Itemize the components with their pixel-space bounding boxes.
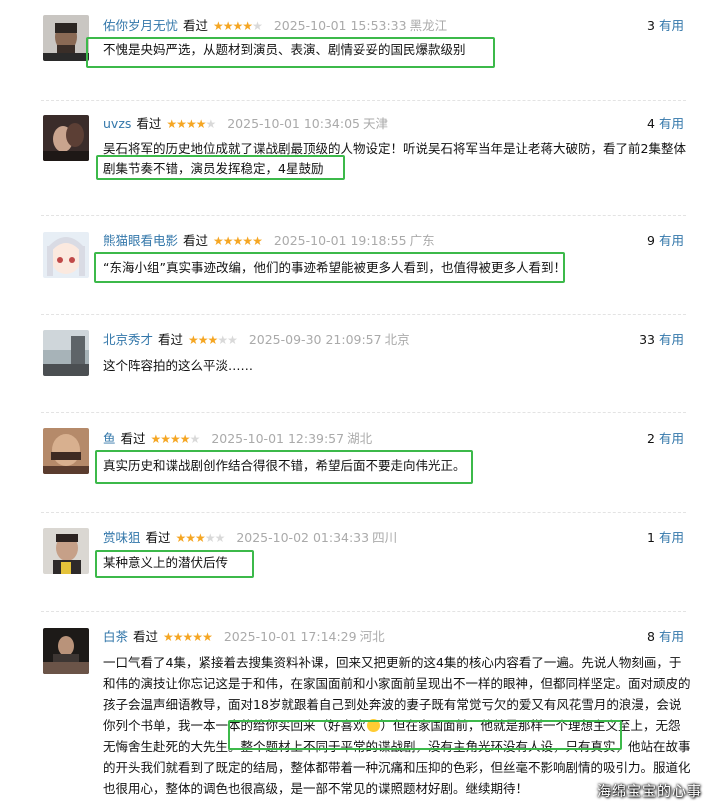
watched-label: 看过 xyxy=(183,233,209,248)
watched-label: 看过 xyxy=(145,530,171,545)
smile-emoji-icon xyxy=(366,719,380,732)
divider xyxy=(41,512,686,513)
comment-text: 不愧是央妈严选，从题材到演员、表演、剧情妥妥的国民爆款级别 xyxy=(103,42,466,57)
comment-text: 剧集节奏不错，演员发挥稳定，4星鼓励 xyxy=(103,161,324,176)
star-rating: ★★★★★ xyxy=(166,117,216,131)
avatar[interactable] xyxy=(43,115,89,161)
star-rating: ★★★★★ xyxy=(163,630,213,644)
comment-time: 2025-10-01 19:18:55 xyxy=(273,233,407,248)
comment-location: 河北 xyxy=(359,629,385,644)
comment-text: 一口气看了4集，紧接着去搜集资料补课，回来又把更新的这4集的核心内容看了一遍。先… xyxy=(103,655,682,670)
useful-vote-button[interactable]: 4 有用 xyxy=(647,114,684,134)
watched-label: 看过 xyxy=(120,431,146,446)
comment-text: 无悔舍生赴死的大先生。整个题材上不同于平常的谍战剧，没有主角光环没有人设，只有真… xyxy=(103,739,691,754)
username-link[interactable]: uvzs xyxy=(103,116,131,131)
comment-text: 真实历史和谍战剧创作结合得很不错，希望后面不要走向伟光正。 xyxy=(103,458,466,473)
username-link[interactable]: 佑你岁月无忧 xyxy=(103,18,178,33)
review-meta: uvzs 看过 ★★★★★ 2025-10-01 10:34:05 天津 xyxy=(103,114,388,134)
review-meta: 赏味狙 看过 ★★★★★ 2025-10-02 01:34:33 四川 xyxy=(103,528,397,548)
review-meta: 白茶 看过 ★★★★★ 2025-10-01 17:14:29 河北 xyxy=(103,627,385,647)
star-rating: ★★★★★ xyxy=(213,19,263,33)
watched-label: 看过 xyxy=(183,18,209,33)
divider xyxy=(41,611,686,612)
comment-text: 你列个书单，我一本一本的给你买回来（好喜欢 ）但在家国面前，他就是那样一个理想主义… xyxy=(103,718,681,733)
comment-time: 2025-09-30 21:09:57 xyxy=(248,332,382,347)
divider xyxy=(41,412,686,413)
star-rating: ★★★★★ xyxy=(150,432,201,446)
watched-label: 看过 xyxy=(136,116,162,131)
comment-text: 和伟的演技让你忘记这是于和伟，在家国面前和小家面前呈现出不一样的眼神，但都同样坚… xyxy=(103,676,691,691)
comment-time: 2025-10-02 01:34:33 xyxy=(236,530,370,545)
avatar[interactable] xyxy=(43,428,89,474)
useful-vote-button[interactable]: 33 有用 xyxy=(639,330,684,350)
avatar[interactable] xyxy=(43,628,89,674)
avatar[interactable] xyxy=(43,528,89,574)
comment-time: 2025-10-01 10:34:05 xyxy=(227,116,360,131)
star-rating: ★★★★★ xyxy=(188,333,238,347)
username-link[interactable]: 白茶 xyxy=(103,629,128,644)
star-rating: ★★★★★ xyxy=(175,531,226,545)
review-meta: 鱼看过 ★★★★★ 2025-10-01 12:39:57 湖北 xyxy=(103,429,372,449)
useful-vote-button[interactable]: 3 有用 xyxy=(647,16,684,36)
username-link[interactable]: 熊猫眼看电影 xyxy=(103,233,178,248)
watched-label: 看过 xyxy=(133,629,159,644)
comment-location: 北京 xyxy=(384,332,410,347)
comment-text: 孩子会温声细语教导，面对18岁就跟着自己到处奔波的妻子既有常觉亏欠的爱又有风花雪… xyxy=(103,697,682,712)
useful-vote-button[interactable]: 9 有用 xyxy=(647,231,684,251)
comment-text: 的开头我们就看到了既定的结局，整体都带着一种沉痛和压抑的色彩，但丝毫不影响剧情的… xyxy=(103,760,691,775)
useful-vote-button[interactable]: 2 有用 xyxy=(647,429,684,449)
comment-text: 这个阵容拍的这么平淡…… xyxy=(103,358,254,373)
comment-text: 某种意义上的潜伏后传 xyxy=(103,555,229,570)
comment-location: 湖北 xyxy=(347,431,373,446)
username-link[interactable]: 北京秀才 xyxy=(103,332,153,347)
divider xyxy=(41,100,686,101)
comment-text: 也很用心，整体的调色也很高级，是一部不常见的谍照题材好剧。继续期待！ xyxy=(103,781,529,796)
avatar[interactable] xyxy=(43,330,89,376)
review-meta: 佑你岁月无忧 看过 ★★★★★ 2025-10-01 15:53:33 黑龙江 xyxy=(103,16,447,36)
useful-vote-button[interactable]: 1 有用 xyxy=(647,528,684,548)
comment-location: 四川 xyxy=(372,530,398,545)
comment-location: 天津 xyxy=(362,116,388,131)
username-link[interactable]: 赏味狙 xyxy=(103,530,141,545)
star-rating: ★★★★★ xyxy=(213,234,263,248)
useful-vote-button[interactable]: 8 有用 xyxy=(647,627,684,647)
comment-time: 2025-10-01 17:14:29 xyxy=(223,629,357,644)
comment-location: 黑龙江 xyxy=(409,18,448,33)
comment-text: 吴石将军的历史地位成就了谍战剧最顶级的人物设定！听说吴石将军当年是让老蒋大破防，… xyxy=(103,141,686,156)
watched-label: 看过 xyxy=(158,332,184,347)
comment-text: “东海小组”真实事迹改编，他们的事迹希望能被更多人看到，也值得被更多人看到！ xyxy=(103,260,566,275)
comment-time: 2025-10-01 12:39:57 xyxy=(211,431,345,446)
comment-location: 广东 xyxy=(409,233,435,248)
avatar[interactable] xyxy=(43,15,89,61)
avatar[interactable] xyxy=(43,232,89,278)
review-meta: 北京秀才 看过 ★★★★★ 2025-09-30 21:09:57 北京 xyxy=(103,330,410,350)
review-meta: 熊猫眼看电影 看过 ★★★★★ 2025-10-01 19:18:55 广东 xyxy=(103,231,435,251)
watermark: 海绵宝宝的心事 xyxy=(597,784,702,800)
divider xyxy=(41,314,686,315)
username-link[interactable]: 鱼 xyxy=(103,431,116,446)
divider xyxy=(41,215,686,216)
comment-time: 2025-10-01 15:53:33 xyxy=(273,18,407,33)
